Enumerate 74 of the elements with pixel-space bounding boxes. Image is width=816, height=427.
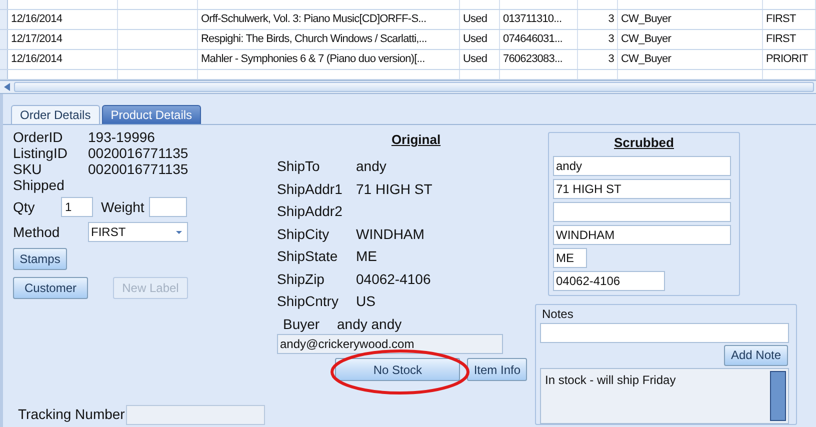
address-field[interactable]: andy (553, 156, 731, 176)
field-label: OrderID (13, 128, 64, 146)
field-label: Qty (13, 198, 36, 217)
field-label: Method (13, 222, 61, 242)
field-label: Buyer (283, 314, 321, 334)
field-value: andy andy (337, 314, 402, 334)
table-cell-text: 760623083... (503, 52, 562, 68)
tab[interactable]: Product Details (102, 105, 202, 124)
field-value: 0020016771135 (88, 144, 188, 162)
weight-field[interactable] (149, 197, 188, 217)
table-cell-text: Respighi: The Birds, Church Windows / Scarlatti,... (201, 32, 427, 48)
field-label: ShipAddr1 (277, 180, 344, 199)
field-label: ShipState (277, 247, 339, 266)
table-cell-text: PRIORIT (766, 52, 808, 68)
field-label: Weight (101, 198, 144, 217)
field-label: ShipCity (277, 224, 330, 244)
table-cell-text: 074646031... (503, 32, 562, 48)
email-field[interactable]: andy@crickerywood.com (277, 334, 503, 354)
section-heading: Scrubbed (614, 134, 674, 152)
field-label: SKU (13, 160, 42, 178)
method-dropdown[interactable]: FIRST (88, 222, 188, 242)
field-value: 193-19996 (88, 128, 155, 146)
address-field[interactable]: ME (553, 248, 587, 268)
field-label: ShipTo (277, 157, 321, 176)
table-cell-text: FIRST (766, 12, 796, 28)
address-field[interactable]: WINDHAM (553, 224, 731, 244)
table-cell-text: CW_Buyer (621, 32, 671, 48)
address-field[interactable]: 04062-4106 (553, 270, 665, 290)
table-cell-text: 3 (608, 52, 614, 68)
section-heading: Original (391, 131, 441, 149)
table-cell-text: Used (463, 12, 488, 28)
table-cell-text: CW_Buyer (621, 52, 671, 68)
field-value: ME (356, 247, 377, 266)
table-cell-text: 12/16/2014 (11, 52, 62, 68)
address-field[interactable] (553, 202, 731, 222)
note-input-field[interactable] (540, 323, 789, 343)
action-button[interactable]: Stamps (13, 248, 67, 270)
table-cell-text: 013711310... (503, 12, 562, 28)
add-note-button[interactable]: Add Note (724, 344, 788, 366)
table-cell-text: 3 (608, 12, 614, 28)
field-label: Shipped (13, 176, 66, 195)
field-label: ListingID (13, 144, 68, 163)
table-cell-text: 12/16/2014 (11, 12, 62, 28)
dropdown-caret-icon (176, 230, 182, 234)
field-value: 04062-4106 (356, 270, 431, 289)
table-cell-text: Used (463, 32, 488, 48)
qty-field[interactable]: 1 (61, 197, 93, 217)
note-text: In stock - will ship Friday (544, 372, 677, 390)
table-cell-text: Used (463, 52, 488, 68)
field-value: andy (356, 157, 386, 176)
action-button[interactable]: No Stock (335, 358, 460, 381)
table-cell-text: 12/17/2014 (11, 32, 62, 48)
field-value: 71 HIGH ST (356, 180, 432, 199)
field-value: US (356, 292, 376, 312)
table-cell-text: CW_Buyer (621, 12, 671, 28)
action-button[interactable]: Customer (13, 277, 88, 299)
field-label: ShipAddr2 (277, 202, 344, 222)
table-cell-text: FIRST (766, 32, 796, 48)
tracking-number-field[interactable] (126, 404, 265, 424)
table-cell-text: 3 (608, 32, 614, 48)
scrollbar-thumb[interactable] (14, 82, 814, 92)
address-field[interactable]: 71 HIGH ST (553, 178, 731, 198)
field-label: ShipZip (277, 270, 326, 289)
field-value: WINDHAM (356, 224, 424, 244)
group-title: Notes (542, 306, 574, 323)
tab[interactable]: Order Details (11, 105, 100, 124)
table-cell-text: Orff-Schulwerk, Vol. 3: Piano Music[CD]ORFF-S... (201, 12, 426, 28)
table-cell-text: Mahler - Symphonies 6 & 7 (Piano duo version)[... (201, 52, 425, 68)
field-value: 0020016771135 (88, 160, 188, 178)
action-button[interactable]: Item Info (467, 358, 527, 381)
vertical-scrollbar[interactable] (770, 371, 786, 421)
field-label: ShipCntry (277, 292, 340, 312)
horizontal-scrollbar[interactable] (0, 80, 816, 94)
field-label: Tracking Number (18, 405, 126, 424)
